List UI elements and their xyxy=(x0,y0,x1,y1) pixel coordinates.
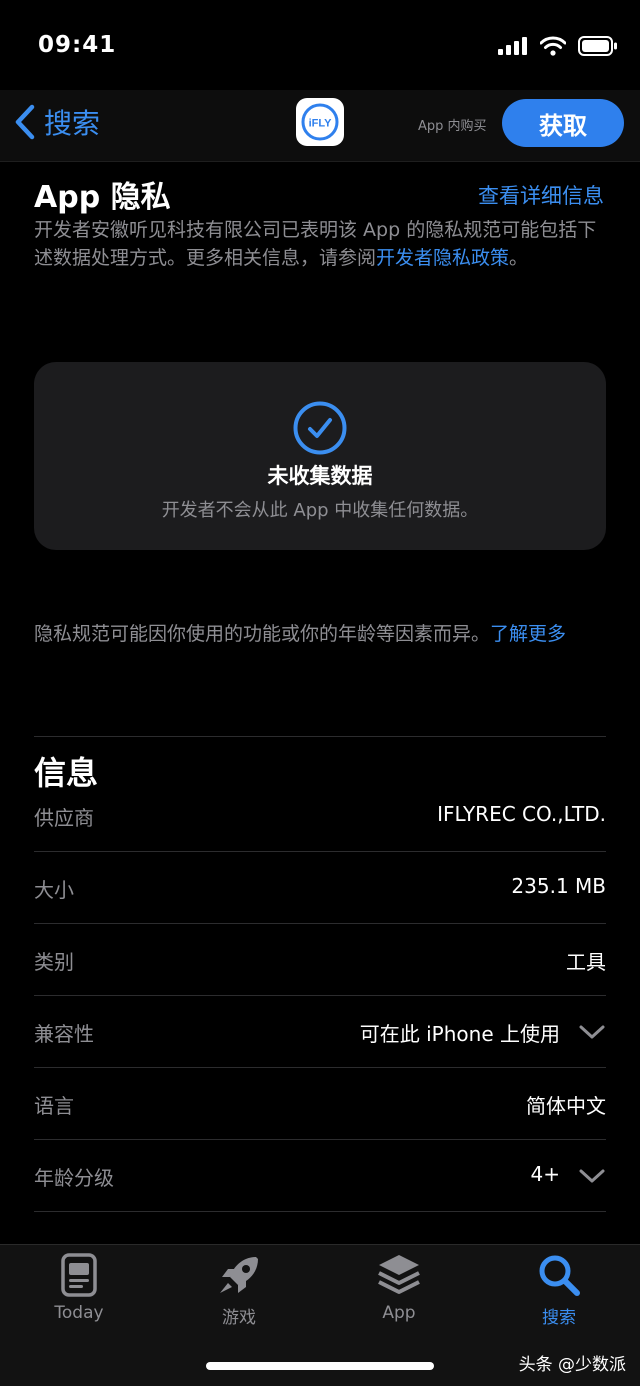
chevron-down-icon[interactable] xyxy=(578,1168,606,1184)
card-title: 未收集数据 xyxy=(267,464,373,488)
info-value: 235.1 MB xyxy=(511,874,606,898)
status-bar: 09:41 xyxy=(0,0,640,90)
info-label: 语言 xyxy=(34,1094,74,1118)
wifi-icon xyxy=(540,36,566,56)
rocket-icon xyxy=(220,1257,258,1293)
status-icons xyxy=(498,36,618,56)
privacy-title: App 隐私 xyxy=(34,180,171,215)
info-label: 兼容性 xyxy=(34,1022,94,1046)
tab-label: 游戏 xyxy=(222,1308,256,1328)
tab-label: Today xyxy=(54,1303,104,1323)
watermark: 头条 @少数派 xyxy=(518,1355,626,1375)
today-icon xyxy=(61,1253,97,1297)
battery-icon xyxy=(578,36,617,56)
signal-icon xyxy=(498,37,527,55)
tab-games[interactable]: 游戏 xyxy=(189,1253,289,1328)
chevron-down-icon[interactable] xyxy=(578,1024,606,1040)
info-row-size: 大小 235.1 MB xyxy=(34,852,606,924)
back-button[interactable]: 搜索 xyxy=(14,102,100,142)
checkmark-circle-icon xyxy=(293,401,347,455)
info-row-compatibility[interactable]: 兼容性 可在此 iPhone 上使用 xyxy=(34,996,606,1068)
developer-privacy-policy-link[interactable]: 开发者隐私政策 xyxy=(376,247,509,269)
info-row-category: 类别 工具 xyxy=(34,924,606,996)
get-button[interactable]: 获取 xyxy=(502,99,624,147)
svg-text:iFLY: iFLY xyxy=(309,118,332,130)
see-details-link[interactable]: 查看详细信息 xyxy=(478,180,604,210)
info-label: 大小 xyxy=(34,878,74,902)
section-divider xyxy=(34,736,606,737)
privacy-card[interactable]: 未收集数据 开发者不会从此 App 中收集任何数据。 xyxy=(34,362,606,550)
info-row-age-rating[interactable]: 年龄分级 4+ xyxy=(34,1140,606,1212)
tab-label: App xyxy=(382,1303,416,1323)
tab-search[interactable]: 搜索 xyxy=(509,1253,609,1328)
status-time: 09:41 xyxy=(38,32,117,58)
chevron-left-icon xyxy=(15,104,35,140)
info-label: 类别 xyxy=(34,950,74,974)
info-value: 简体中文 xyxy=(526,1094,606,1118)
nav-bar: 搜索 iFLY App 内购买 获取 xyxy=(0,90,640,162)
info-row-language: 语言 简体中文 xyxy=(34,1068,606,1140)
card-subtitle: 开发者不会从此 App 中收集任何数据。 xyxy=(161,500,479,521)
tab-label: 搜索 xyxy=(542,1308,576,1328)
search-icon xyxy=(539,1255,580,1296)
back-label: 搜索 xyxy=(44,107,101,140)
info-label: 年龄分级 xyxy=(34,1166,114,1190)
in-app-purchase-note: App 内购买 xyxy=(418,119,487,134)
privacy-description: 开发者安徽听见科技有限公司已表明该 App 的隐私规范可能包括下述数据处理方式。… xyxy=(34,216,610,272)
info-value: 4+ xyxy=(530,1162,560,1186)
tab-today[interactable]: Today xyxy=(29,1253,129,1323)
learn-more-link[interactable]: 了解更多 xyxy=(490,623,566,645)
privacy-desc-end: 。 xyxy=(509,247,529,269)
info-value: 可在此 iPhone 上使用 xyxy=(359,1022,560,1046)
app-icon: iFLY xyxy=(296,98,344,146)
privacy-note-text: 隐私规范可能因你使用的功能或你的年龄等因素而异。 xyxy=(34,623,491,645)
tab-apps[interactable]: App xyxy=(349,1253,449,1323)
info-row-provider: 供应商 IFLYREC CO.,LTD. xyxy=(34,780,606,852)
ifly-logo-icon: iFLY xyxy=(301,103,339,141)
info-label: 供应商 xyxy=(34,806,94,830)
privacy-note: 隐私规范可能因你使用的功能或你的年龄等因素而异。了解更多 xyxy=(34,620,610,648)
info-value: 工具 xyxy=(566,950,606,974)
home-indicator[interactable] xyxy=(206,1362,434,1370)
app-stack-icon xyxy=(378,1255,420,1294)
info-value: IFLYREC CO.,LTD. xyxy=(437,802,606,826)
